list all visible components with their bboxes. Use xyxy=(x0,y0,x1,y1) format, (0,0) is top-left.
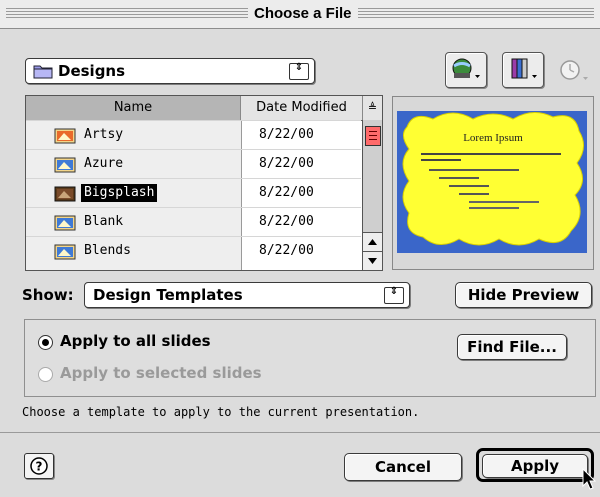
scroll-up-button[interactable] xyxy=(363,232,382,251)
template-preview: Lorem Ipsum xyxy=(392,96,594,270)
chevron-updown-icon: ⇕ xyxy=(384,287,404,304)
folder-popup-label: Designs xyxy=(58,62,126,80)
favorites-button[interactable] xyxy=(502,52,544,88)
file-date: 8/22/00 xyxy=(259,243,314,258)
apply-button[interactable]: Apply xyxy=(482,454,588,478)
template-file-icon xyxy=(54,157,76,173)
cursor-arrow-icon xyxy=(582,468,597,490)
arrow-up-icon xyxy=(368,239,377,245)
template-file-icon xyxy=(54,128,76,144)
folder-icon xyxy=(33,65,53,79)
file-list[interactable]: Name Date Modified ≜ Artsy 8/22/00 Azure… xyxy=(25,95,383,271)
file-name: Blank xyxy=(84,214,124,229)
file-row-selected[interactable]: Bigsplash 8/22/00 xyxy=(26,178,361,208)
show-popup-label: Design Templates xyxy=(93,286,243,304)
file-row[interactable]: Blank 8/22/00 xyxy=(26,207,361,237)
apply-all-radio[interactable] xyxy=(38,335,53,350)
show-label: Show: xyxy=(22,286,74,304)
file-name: Azure xyxy=(84,156,124,171)
column-header-name[interactable]: Name xyxy=(26,96,241,121)
show-popup[interactable]: Design Templates ⇕ xyxy=(84,282,410,308)
template-file-icon xyxy=(54,186,76,202)
apply-options-group: Apply to all slides Apply to selected sl… xyxy=(24,319,596,397)
scroll-thumb[interactable] xyxy=(365,126,381,146)
file-name: Bigsplash xyxy=(81,184,158,202)
folder-popup[interactable]: Designs ⇕ xyxy=(25,58,315,84)
column-header-date[interactable]: Date Modified xyxy=(241,96,363,121)
preview-title: Lorem Ipsum xyxy=(463,132,523,144)
hide-preview-button[interactable]: Hide Preview xyxy=(455,282,592,308)
file-date: 8/22/00 xyxy=(259,214,314,229)
preview-thumbnail: Lorem Ipsum xyxy=(397,111,587,253)
file-name: Artsy xyxy=(84,127,124,142)
file-row[interactable]: Blends 8/22/00 xyxy=(26,236,361,266)
shortcuts-button[interactable] xyxy=(445,52,487,88)
find-file-button[interactable]: Find File... xyxy=(457,334,567,360)
globe-icon xyxy=(452,58,480,78)
file-date: 8/22/00 xyxy=(259,156,314,171)
template-file-icon xyxy=(54,215,76,231)
status-text: Choose a template to apply to the curren… xyxy=(22,405,420,419)
sort-order-button[interactable]: ≜ xyxy=(363,96,382,121)
window-title: Choose a File xyxy=(248,4,358,24)
file-date: 8/22/00 xyxy=(259,127,314,142)
file-name: Blends xyxy=(84,243,131,258)
scroll-down-button[interactable] xyxy=(363,251,382,270)
favorites-icon xyxy=(511,58,537,79)
help-icon: ? xyxy=(30,457,48,475)
arrow-down-icon xyxy=(368,258,377,264)
choose-file-dialog: Choose a File Designs ⇕ Name Date Modifi… xyxy=(0,0,600,497)
template-file-icon xyxy=(54,244,76,260)
svg-text:?: ? xyxy=(36,460,43,474)
chevron-updown-icon: ⇕ xyxy=(289,63,309,80)
divider xyxy=(0,432,600,433)
apply-all-label[interactable]: Apply to all slides xyxy=(60,332,211,350)
title-bar[interactable]: Choose a File xyxy=(0,0,600,29)
cancel-button[interactable]: Cancel xyxy=(344,453,462,481)
apply-selected-label: Apply to selected slides xyxy=(60,364,262,382)
clock-icon xyxy=(560,60,588,80)
file-row[interactable]: Azure 8/22/00 xyxy=(26,149,361,179)
help-button[interactable]: ? xyxy=(24,453,54,479)
vertical-scrollbar[interactable] xyxy=(362,120,382,270)
apply-selected-radio xyxy=(38,367,53,382)
file-date: 8/22/00 xyxy=(259,185,314,200)
file-row[interactable]: Artsy 8/22/00 xyxy=(26,120,361,150)
recent-button[interactable] xyxy=(556,56,596,86)
